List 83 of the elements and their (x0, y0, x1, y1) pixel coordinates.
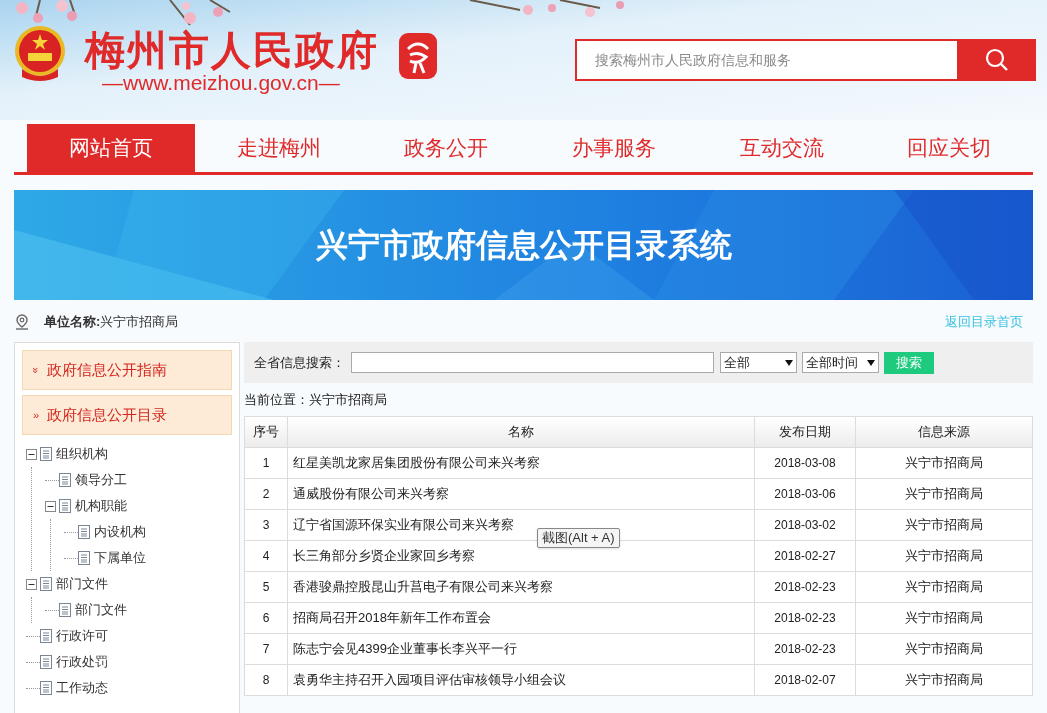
title-link[interactable]: 陈志宁会见4399企业董事长李兴平一行 (287, 633, 755, 665)
table-cell: 2018-02-23 (754, 633, 856, 665)
collapse-icon[interactable] (45, 500, 56, 512)
tree-item[interactable]: 行政许可 (56, 626, 108, 646)
table-cell: 兴宁市招商局 (855, 571, 1033, 603)
table-cell: 3 (244, 509, 288, 541)
tree-item[interactable]: 领导分工 (75, 470, 127, 490)
search-button[interactable] (957, 39, 1036, 81)
tree-item[interactable]: 组织机构 (56, 444, 108, 464)
column-header: 信息来源 (855, 416, 1033, 448)
search-label: 全省信息搜索： (254, 353, 345, 372)
tree-item[interactable]: 工作动态 (56, 678, 108, 698)
title-link[interactable]: 袁勇华主持召开入园项目评估审核领导小组会议 (287, 664, 755, 696)
time-select[interactable]: 全部时间 (802, 352, 879, 373)
table-cell: 2018-02-27 (754, 540, 856, 572)
table-cell: 2018-03-06 (754, 478, 856, 510)
seal-icon (398, 31, 438, 81)
table-cell: 兴宁市招商局 (855, 602, 1033, 634)
tooltip: 截图(Alt + A) (537, 528, 620, 548)
document-icon (40, 447, 52, 461)
sidebar-section[interactable]: » 政府信息公开目录 (22, 395, 232, 435)
dropdown-arrow-icon (867, 359, 875, 366)
nav-tab[interactable]: 回应关切 (865, 124, 1034, 172)
document-icon (40, 655, 52, 669)
table-cell: 1 (244, 447, 288, 479)
table-cell: 2018-02-23 (754, 602, 856, 634)
title-link[interactable]: 通威股份有限公司来兴考察 (287, 478, 755, 510)
table-cell: 2018-03-02 (754, 509, 856, 541)
table-cell: 2 (244, 478, 288, 510)
site-url: —www.meizhou.gov.cn— (102, 71, 340, 96)
document-icon (59, 499, 71, 513)
table-cell: 兴宁市招商局 (855, 540, 1033, 572)
column-header: 序号 (244, 416, 288, 448)
search-field[interactable]: 搜索梅州市人民政府信息和服务 (575, 39, 957, 81)
tree-item[interactable]: 内设机构 (94, 522, 146, 542)
document-icon (40, 629, 52, 643)
collapse-icon[interactable] (26, 578, 37, 590)
nav-tab[interactable]: 政务公开 (362, 124, 530, 172)
nav-tab[interactable]: 网站首页 (27, 124, 195, 172)
column-header: 发布日期 (754, 416, 856, 448)
column-header: 名称 (287, 416, 755, 448)
nav-tab[interactable]: 互动交流 (697, 124, 866, 172)
document-icon (40, 681, 52, 695)
document-icon (59, 603, 71, 617)
unit-name: 单位名称:兴宁市招商局 (44, 313, 179, 332)
document-icon (78, 525, 90, 539)
table-cell: 兴宁市招商局 (855, 478, 1033, 510)
title-link[interactable]: 招商局召开2018年新年工作布置会 (287, 602, 755, 634)
tree-item[interactable]: 部门文件 (56, 574, 108, 594)
search-icon (984, 48, 1009, 72)
banner-title: 兴宁市政府信息公开目录系统 (315, 226, 732, 265)
dropdown-arrow-icon (785, 359, 793, 366)
table-cell: 2018-03-08 (754, 447, 856, 479)
document-icon (78, 551, 90, 565)
title-link[interactable]: 红星美凯龙家居集团股份有限公司来兴考察 (287, 447, 755, 479)
tree-item[interactable]: 机构职能 (75, 496, 127, 516)
collapse-icon[interactable] (26, 448, 37, 460)
site-title: 梅州市人民政府 (85, 27, 379, 73)
table-cell: 兴宁市招商局 (855, 447, 1033, 479)
tree-item[interactable]: 行政处罚 (56, 652, 108, 672)
table-cell: 兴宁市招商局 (855, 664, 1033, 696)
tree-item[interactable]: 下属单位 (94, 548, 146, 568)
title-link[interactable]: 香港骏鼎控股昆山升菖电子有限公司来兴考察 (287, 571, 755, 603)
table-cell: 2018-02-23 (754, 571, 856, 603)
keyword-input[interactable] (351, 352, 714, 373)
tree-item[interactable]: 部门文件 (75, 600, 127, 620)
sidebar-section[interactable]: » 政府信息公开指南 (22, 350, 232, 390)
table-cell: 兴宁市招商局 (855, 509, 1033, 541)
breadcrumb: 当前位置：兴宁市招商局 (244, 390, 388, 409)
table-cell: 6 (244, 602, 288, 634)
document-icon (40, 577, 52, 591)
table-cell: 5 (244, 571, 288, 603)
nav-tab[interactable]: 办事服务 (530, 124, 698, 172)
location-pin-icon (15, 314, 29, 330)
document-icon (59, 473, 71, 487)
scope-select[interactable]: 全部 (720, 352, 797, 373)
table-cell: 2018-02-07 (754, 664, 856, 696)
table-cell: 4 (244, 540, 288, 572)
table-cell: 8 (244, 664, 288, 696)
nav-tab[interactable]: 走进梅州 (194, 124, 363, 172)
table-cell: 7 (244, 633, 288, 665)
table-cell: 兴宁市招商局 (855, 633, 1033, 665)
emblem-icon (14, 25, 66, 81)
